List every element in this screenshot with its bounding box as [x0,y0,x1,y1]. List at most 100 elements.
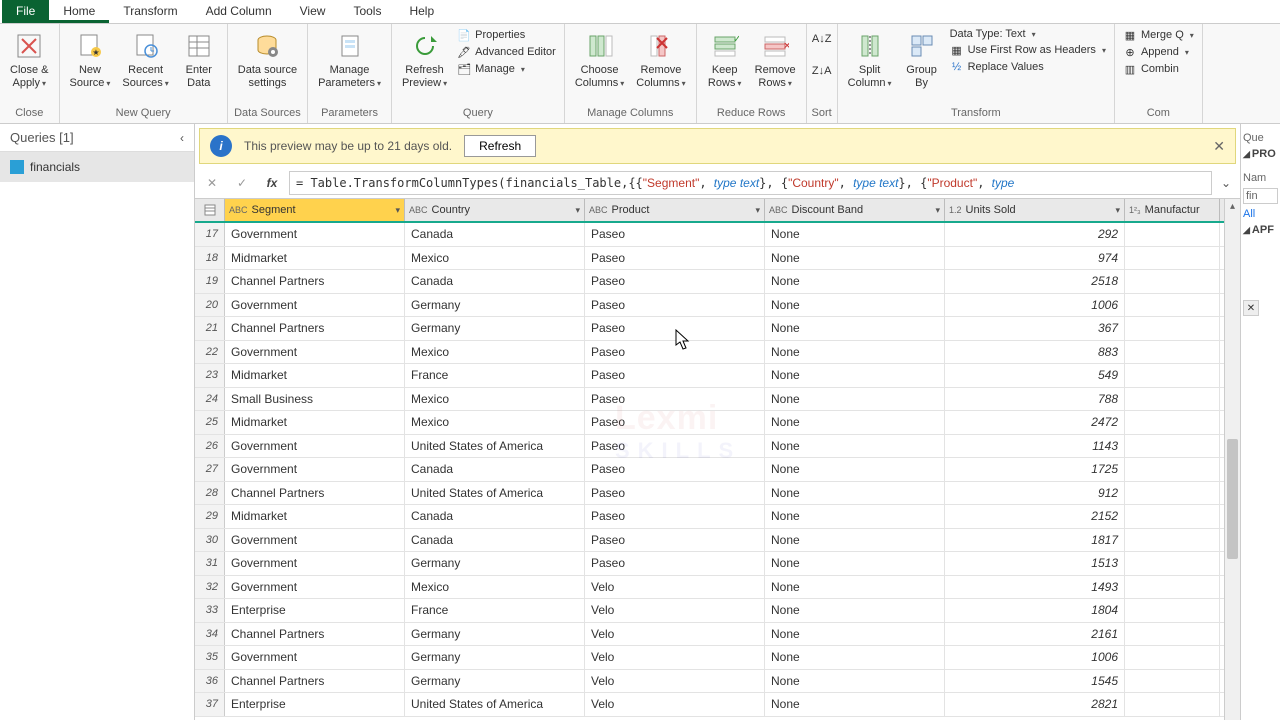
cell-manufacturing[interactable] [1125,364,1220,387]
table-row[interactable]: 19Channel PartnersCanadaPaseoNone2518 [195,270,1224,294]
tab-add-column[interactable]: Add Column [192,0,286,23]
cell-manufacturing[interactable] [1125,223,1220,246]
cell-units-sold[interactable]: 1545 [945,670,1125,693]
column-header-product[interactable]: ABCProduct▾ [585,199,765,221]
query-item-financials[interactable]: financials [0,152,194,182]
cell-country[interactable]: United States of America [405,435,585,458]
column-header-segment[interactable]: ABCSegment▾ [225,199,405,221]
cell-discount-band[interactable]: None [765,552,945,575]
table-row[interactable]: 33EnterpriseFranceVeloNone1804 [195,599,1224,623]
manage-button[interactable]: 🗂Manage [457,62,556,76]
cell-discount-band[interactable]: None [765,270,945,293]
column-header-discount-band[interactable]: ABCDiscount Band▾ [765,199,945,221]
cell-discount-band[interactable]: None [765,223,945,246]
cell-segment[interactable]: Government [225,529,405,552]
cell-units-sold[interactable]: 1804 [945,599,1125,622]
cell-country[interactable]: Canada [405,223,585,246]
manage-parameters-button[interactable]: Manage Parameters [312,26,387,93]
cell-units-sold[interactable]: 1006 [945,646,1125,669]
advanced-editor-button[interactable]: 🖋Advanced Editor [457,45,556,59]
cell-segment[interactable]: Government [225,294,405,317]
cell-units-sold[interactable]: 2152 [945,505,1125,528]
cell-country[interactable]: Germany [405,646,585,669]
cell-units-sold[interactable]: 2472 [945,411,1125,434]
cell-country[interactable]: Mexico [405,411,585,434]
table-row[interactable]: 34Channel PartnersGermanyVeloNone2161 [195,623,1224,647]
formula-fx-button[interactable]: fx [259,170,285,196]
cell-segment[interactable]: Government [225,223,405,246]
remove-rows-button[interactable]: ✕ Remove Rows [749,26,802,93]
cell-country[interactable]: Mexico [405,576,585,599]
table-row[interactable]: 35GovernmentGermanyVeloNone1006 [195,646,1224,670]
cell-discount-band[interactable]: None [765,505,945,528]
cell-segment[interactable]: Channel Partners [225,623,405,646]
table-row[interactable]: 28Channel PartnersUnited States of Ameri… [195,482,1224,506]
table-row[interactable]: 26GovernmentUnited States of AmericaPase… [195,435,1224,459]
right-all-link[interactable]: All [1243,208,1278,220]
cell-manufacturing[interactable] [1125,435,1220,458]
cell-manufacturing[interactable] [1125,341,1220,364]
vertical-scrollbar[interactable]: ▴ [1224,199,1240,720]
cell-country[interactable]: France [405,364,585,387]
cell-segment[interactable]: Government [225,341,405,364]
cell-discount-band[interactable]: None [765,317,945,340]
cell-discount-band[interactable]: None [765,599,945,622]
cell-units-sold[interactable]: 549 [945,364,1125,387]
step-delete-button[interactable]: ✕ [1243,300,1259,316]
recent-sources-button[interactable]: Recent Sources [116,26,174,93]
sort-asc-button[interactable]: A↓Z [815,32,829,46]
cell-product[interactable]: Velo [585,599,765,622]
cell-units-sold[interactable]: 1817 [945,529,1125,552]
cell-discount-band[interactable]: None [765,247,945,270]
cell-segment[interactable]: Enterprise [225,693,405,716]
cell-discount-band[interactable]: None [765,646,945,669]
cell-segment[interactable]: Government [225,576,405,599]
cell-product[interactable]: Paseo [585,247,765,270]
column-header-country[interactable]: ABCCountry▾ [405,199,585,221]
cell-product[interactable]: Velo [585,646,765,669]
cell-country[interactable]: Mexico [405,388,585,411]
cell-product[interactable]: Paseo [585,317,765,340]
column-header-manufacturing[interactable]: 1²₃Manufactur [1125,199,1220,221]
new-source-button[interactable]: ★ New Source [64,26,117,93]
cell-manufacturing[interactable] [1125,552,1220,575]
choose-columns-button[interactable]: Choose Columns [569,26,630,93]
cell-country[interactable]: Canada [405,270,585,293]
cell-units-sold[interactable]: 912 [945,482,1125,505]
cell-discount-band[interactable]: None [765,411,945,434]
cell-discount-band[interactable]: None [765,623,945,646]
cell-product[interactable]: Paseo [585,270,765,293]
tab-view[interactable]: View [286,0,340,23]
cell-units-sold[interactable]: 367 [945,317,1125,340]
properties-button[interactable]: 📄Properties [457,28,556,42]
combine-files-button[interactable]: ▥Combin [1123,62,1194,76]
cell-discount-band[interactable]: None [765,341,945,364]
notice-close-button[interactable]: ✕ [1213,138,1225,155]
cell-segment[interactable]: Enterprise [225,599,405,622]
cell-country[interactable]: Germany [405,317,585,340]
cell-discount-band[interactable]: None [765,435,945,458]
table-row[interactable]: 22GovernmentMexicoPaseoNone883 [195,341,1224,365]
table-row[interactable]: 30GovernmentCanadaPaseoNone1817 [195,529,1224,553]
table-row[interactable]: 37EnterpriseUnited States of AmericaVelo… [195,693,1224,717]
cell-product[interactable]: Paseo [585,341,765,364]
column-header-units-sold[interactable]: 1.2Units Sold▾ [945,199,1125,221]
cell-segment[interactable]: Midmarket [225,411,405,434]
cell-country[interactable]: Germany [405,294,585,317]
cell-product[interactable]: Paseo [585,435,765,458]
sort-desc-button[interactable]: Z↓A [815,64,829,78]
cell-country[interactable]: Canada [405,458,585,481]
cell-country[interactable]: Canada [405,505,585,528]
table-row[interactable]: 32GovernmentMexicoVeloNone1493 [195,576,1224,600]
table-row[interactable]: 31GovernmentGermanyPaseoNone1513 [195,552,1224,576]
cell-units-sold[interactable]: 1493 [945,576,1125,599]
right-applied-steps-section[interactable]: ◢APF [1243,224,1278,236]
cell-country[interactable]: Germany [405,552,585,575]
cell-discount-band[interactable]: None [765,482,945,505]
scroll-thumb[interactable] [1227,439,1238,559]
cell-manufacturing[interactable] [1125,247,1220,270]
cell-product[interactable]: Paseo [585,364,765,387]
formula-cancel-button[interactable]: ✕ [199,170,225,196]
filter-dropdown-icon[interactable]: ▾ [935,205,940,216]
cell-segment[interactable]: Small Business [225,388,405,411]
